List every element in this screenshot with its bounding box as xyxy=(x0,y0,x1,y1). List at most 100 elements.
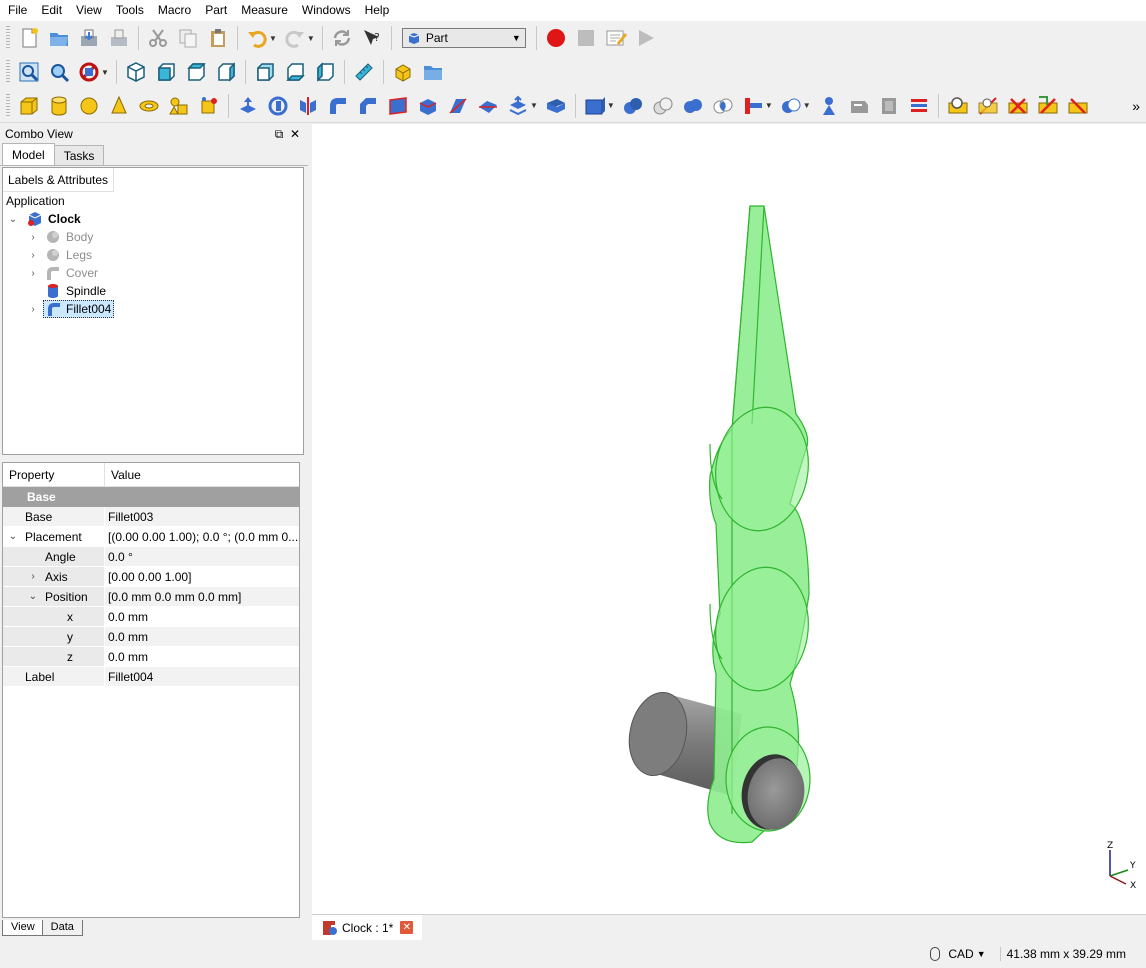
cut-icon[interactable] xyxy=(144,24,172,52)
measure-angular-icon[interactable] xyxy=(974,92,1002,120)
property-value[interactable]: [0.00 0.00 1.00] xyxy=(105,567,299,586)
tree-item-cover[interactable]: › Cover xyxy=(3,264,303,282)
revolve-icon[interactable] xyxy=(264,92,292,120)
box-icon[interactable] xyxy=(15,92,43,120)
measure-toggle-all-icon[interactable] xyxy=(1034,92,1062,120)
edit-macro-icon[interactable] xyxy=(602,24,630,52)
primitives-icon[interactable] xyxy=(165,92,193,120)
navigation-style-selector[interactable]: CAD ▼ xyxy=(930,947,986,961)
property-value[interactable]: 0.0 mm xyxy=(105,627,299,646)
compound-icon[interactable] xyxy=(581,92,609,120)
document-tab-clock[interactable]: Clock : 1* ✕ xyxy=(312,915,422,940)
sphere-icon[interactable] xyxy=(75,92,103,120)
property-row-angle[interactable]: Angle 0.0 ° xyxy=(3,547,299,567)
section-dropdown-icon[interactable]: ▼ xyxy=(530,101,538,110)
chevron-down-icon[interactable]: ⌄ xyxy=(7,531,19,542)
open-icon[interactable] xyxy=(45,24,73,52)
top-view-icon[interactable] xyxy=(182,58,210,86)
property-row-x[interactable]: x 0.0 mm xyxy=(3,607,299,627)
mirror-icon[interactable] xyxy=(294,92,322,120)
menu-tools[interactable]: Tools xyxy=(109,0,151,21)
redo-icon[interactable] xyxy=(281,24,309,52)
check-geometry-icon[interactable] xyxy=(815,92,843,120)
fillet-icon[interactable] xyxy=(324,92,352,120)
new-document-icon[interactable] xyxy=(15,24,43,52)
chevron-right-icon[interactable]: › xyxy=(27,304,39,315)
tree-item-fillet004[interactable]: › Fillet004 xyxy=(3,300,303,318)
split-dropdown-icon[interactable]: ▼ xyxy=(803,101,811,110)
redo-dropdown-icon[interactable]: ▼ xyxy=(307,34,315,43)
run-macro-icon[interactable] xyxy=(632,24,660,52)
tree-column-labels[interactable]: Labels & Attributes xyxy=(3,168,115,192)
property-group-base[interactable]: Base xyxy=(3,487,299,507)
split-icon[interactable] xyxy=(777,92,805,120)
record-macro-icon[interactable] xyxy=(542,24,570,52)
value-column-header[interactable]: Value xyxy=(105,463,141,486)
right-view-icon[interactable] xyxy=(212,58,240,86)
tab-data[interactable]: Data xyxy=(41,920,83,936)
cylinder-icon[interactable] xyxy=(45,92,73,120)
section-icon[interactable] xyxy=(504,92,532,120)
property-value[interactable]: [(0.00 0.00 1.00); 0.0 °; (0.0 mm 0.... xyxy=(105,527,299,546)
bottom-view-icon[interactable] xyxy=(281,58,309,86)
measure-clear-icon[interactable] xyxy=(1004,92,1032,120)
close-icon[interactable]: ✕ xyxy=(400,921,414,934)
join-dropdown-icon[interactable]: ▼ xyxy=(765,101,773,110)
tab-model[interactable]: Model xyxy=(2,143,55,165)
sweep-icon[interactable] xyxy=(474,92,502,120)
torus-icon[interactable] xyxy=(135,92,163,120)
menu-view[interactable]: View xyxy=(69,0,109,21)
join-icon[interactable] xyxy=(739,92,767,120)
property-row-placement[interactable]: ⌄ Placement [(0.00 0.00 1.00); 0.0 °; (0.… xyxy=(3,527,299,547)
property-row-position[interactable]: ⌄ Position [0.0 mm 0.0 mm 0.0 mm] xyxy=(3,587,299,607)
property-column-header[interactable]: Property xyxy=(3,463,105,486)
chamfer-icon[interactable] xyxy=(354,92,382,120)
stop-macro-icon[interactable] xyxy=(572,24,600,52)
property-value[interactable]: Fillet004 xyxy=(105,667,299,686)
tree-item-clock[interactable]: ⌄ Clock xyxy=(3,210,303,228)
fit-selection-icon[interactable] xyxy=(45,58,73,86)
save-as-icon[interactable] xyxy=(105,24,133,52)
toolbar-grip[interactable] xyxy=(6,60,10,84)
clock-hand-model[interactable] xyxy=(312,124,1146,914)
compound-dropdown-icon[interactable]: ▼ xyxy=(607,101,615,110)
create-group-icon[interactable] xyxy=(419,58,447,86)
selected-fillet-shape[interactable] xyxy=(707,205,816,844)
rear-view-icon[interactable] xyxy=(251,58,279,86)
menu-help[interactable]: Help xyxy=(358,0,397,21)
offset-icon[interactable] xyxy=(905,92,933,120)
fuse-icon[interactable] xyxy=(679,92,707,120)
projection-icon[interactable] xyxy=(875,92,903,120)
property-row-z[interactable]: z 0.0 mm xyxy=(3,647,299,667)
menu-edit[interactable]: Edit xyxy=(34,0,69,21)
cone-icon[interactable] xyxy=(105,92,133,120)
copy-icon[interactable] xyxy=(174,24,202,52)
toolbar-grip[interactable] xyxy=(6,26,10,50)
undo-icon[interactable] xyxy=(243,24,271,52)
menu-macro[interactable]: Macro xyxy=(151,0,198,21)
whats-this-icon[interactable]: ? xyxy=(358,24,386,52)
property-value[interactable]: [0.0 mm 0.0 mm 0.0 mm] xyxy=(105,587,299,606)
undo-dropdown-icon[interactable]: ▼ xyxy=(269,34,277,43)
menu-file[interactable]: File xyxy=(0,0,34,21)
draw-style-icon[interactable] xyxy=(75,58,103,86)
menu-part[interactable]: Part xyxy=(198,0,234,21)
property-value[interactable]: Fillet003 xyxy=(105,507,299,526)
property-value[interactable]: 0.0 ° xyxy=(105,547,299,566)
tree-item-legs[interactable]: › Legs xyxy=(3,246,303,264)
property-row-axis[interactable]: › Axis [0.00 0.00 1.00] xyxy=(3,567,299,587)
menu-measure[interactable]: Measure xyxy=(234,0,295,21)
shape-builder-icon[interactable] xyxy=(195,92,223,120)
chevron-right-icon[interactable]: › xyxy=(27,250,39,261)
workbench-selector[interactable]: Part ▼ xyxy=(401,28,526,48)
left-view-icon[interactable] xyxy=(311,58,339,86)
close-icon[interactable]: ✕ xyxy=(287,127,303,141)
property-row-base[interactable]: Base Fillet003 xyxy=(3,507,299,527)
draw-style-dropdown-icon[interactable]: ▼ xyxy=(101,68,109,77)
chevron-right-icon[interactable]: › xyxy=(27,268,39,279)
tree-item-selected[interactable]: Fillet004 xyxy=(43,300,115,318)
3d-viewport[interactable]: Z Y X xyxy=(312,124,1146,914)
property-value[interactable]: 0.0 mm xyxy=(105,647,299,666)
paste-icon[interactable] xyxy=(204,24,232,52)
measure-distance-icon[interactable] xyxy=(350,58,378,86)
